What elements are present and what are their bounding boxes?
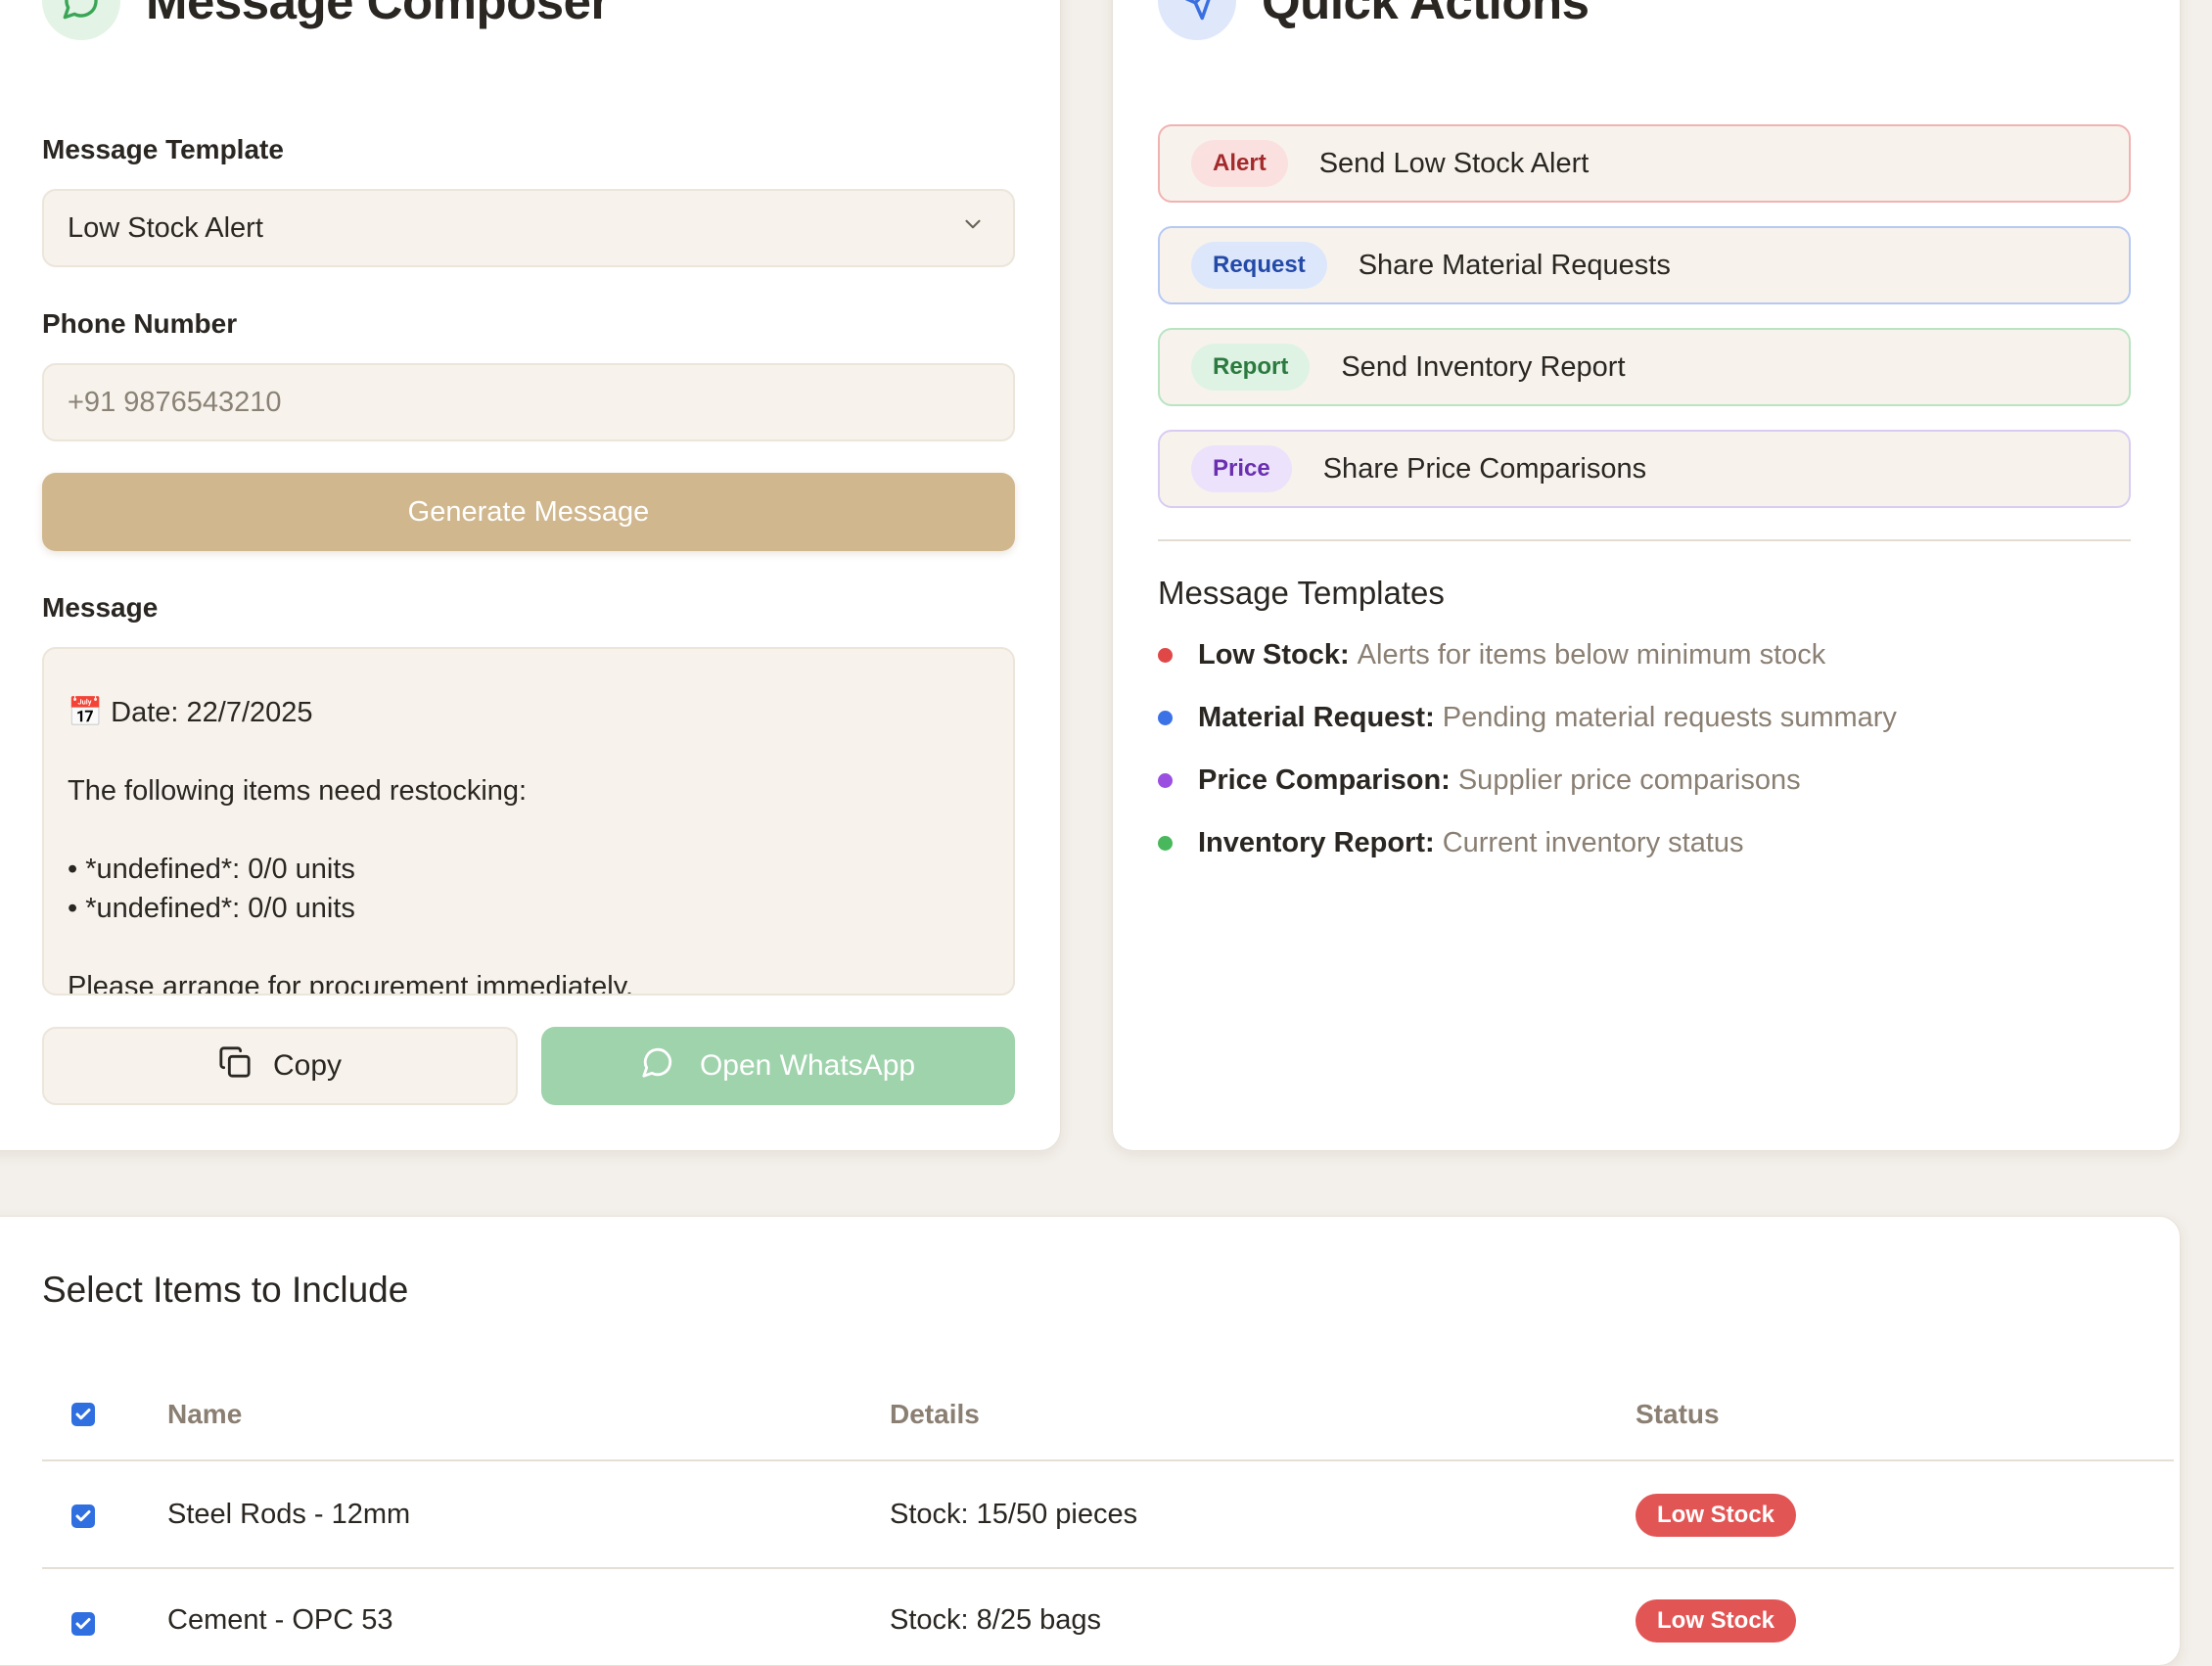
row-details: Stock: 15/50 pieces	[890, 1499, 1138, 1530]
select-all-checkbox[interactable]	[71, 1403, 95, 1426]
copy-icon	[218, 1045, 252, 1087]
quick-actions-header: Quick Actions	[1158, 0, 1590, 40]
message-line: • *undefined*: 0/0 units	[68, 893, 355, 924]
message-label: Message	[42, 592, 159, 623]
badge-alert: Alert	[1191, 140, 1288, 187]
row-name: Steel Rods - 12mm	[167, 1499, 411, 1530]
template-item-price-comparison: Price Comparison: Supplier price compari…	[1158, 764, 1801, 797]
message-textarea[interactable]: — — — — 📅 Date: 22/7/2025 The following …	[42, 647, 1015, 995]
row-details: Stock: 8/25 bags	[890, 1604, 1102, 1636]
quick-action-label: Share Material Requests	[1358, 249, 1671, 281]
purple-dot-icon	[1158, 773, 1173, 788]
quick-action-price-comparisons[interactable]: Price Share Price Comparisons	[1158, 430, 2131, 508]
template-key: Low Stock:	[1198, 639, 1350, 671]
badge-request: Request	[1191, 242, 1327, 289]
blue-dot-icon	[1158, 711, 1173, 725]
quick-actions-card: Quick Actions Alert Send Low Stock Alert…	[1112, 0, 2181, 1151]
message-line: 📅 Date: 22/7/2025	[68, 697, 313, 728]
chat-bubble-icon	[42, 0, 120, 40]
status-badge: Low Stock	[1636, 1494, 1797, 1537]
row-divider	[42, 1567, 2174, 1569]
badge-price: Price	[1191, 445, 1292, 492]
badge-report: Report	[1191, 344, 1311, 391]
template-item-material-request: Material Request: Pending material reque…	[1158, 702, 1897, 734]
row-checkbox[interactable]	[71, 1504, 95, 1528]
column-header-status[interactable]: Status	[1636, 1399, 1720, 1430]
message-line: The following items need restocking:	[68, 775, 528, 807]
phone-input[interactable]: +91 9876543210	[42, 363, 1015, 441]
template-key: Material Request:	[1198, 702, 1435, 733]
phone-label: Phone Number	[42, 308, 238, 339]
status-badge: Low Stock	[1636, 1599, 1797, 1643]
template-select[interactable]: Low Stock Alert	[42, 189, 1015, 267]
composer-header: Message Composer	[42, 0, 610, 40]
select-items-card: Select Items to Include Name Details Sta…	[0, 1216, 2181, 1666]
chat-bubble-icon	[641, 1045, 674, 1087]
quick-action-label: Share Price Comparisons	[1322, 452, 1647, 485]
quick-actions-title: Quick Actions	[1262, 0, 1590, 29]
template-desc: Pending material requests summary	[1442, 702, 1897, 733]
template-key: Price Comparison:	[1198, 764, 1451, 796]
column-header-details[interactable]: Details	[890, 1399, 980, 1430]
template-selected-value: Low Stock Alert	[68, 211, 263, 244]
column-header-name[interactable]: Name	[167, 1399, 242, 1430]
quick-action-low-stock-alert[interactable]: Alert Send Low Stock Alert	[1158, 124, 2131, 203]
message-scrolled-line: — — — —	[68, 649, 205, 661]
message-templates-title: Message Templates	[1158, 575, 1445, 611]
open-whatsapp-button[interactable]: Open WhatsApp	[541, 1027, 1015, 1105]
message-composer-card: Message Composer Message Template Low St…	[0, 0, 1061, 1151]
quick-action-label: Send Inventory Report	[1341, 350, 1626, 383]
message-line: Please arrange for procurement immediate…	[68, 971, 634, 995]
quick-action-material-requests[interactable]: Request Share Material Requests	[1158, 226, 2131, 304]
template-label: Message Template	[42, 134, 284, 164]
send-icon	[1158, 0, 1236, 40]
chevron-down-icon	[960, 211, 986, 245]
red-dot-icon	[1158, 648, 1173, 663]
composer-title: Message Composer	[146, 0, 610, 29]
row-name: Cement - OPC 53	[167, 1604, 393, 1636]
template-key: Inventory Report:	[1198, 827, 1435, 858]
divider	[1158, 539, 2131, 541]
template-desc: Alerts for items below minimum stock	[1357, 639, 1826, 671]
table-header-divider	[42, 1459, 2174, 1461]
green-dot-icon	[1158, 836, 1173, 851]
quick-action-label: Send Low Stock Alert	[1318, 147, 1590, 179]
copy-button[interactable]: Copy	[42, 1027, 518, 1105]
template-desc: Supplier price comparisons	[1457, 764, 1801, 796]
template-item-inventory-report: Inventory Report: Current inventory stat…	[1158, 827, 1744, 859]
message-line: • *undefined*: 0/0 units	[68, 854, 355, 885]
open-whatsapp-label: Open WhatsApp	[699, 1049, 916, 1082]
row-checkbox[interactable]	[71, 1612, 95, 1636]
template-item-low-stock: Low Stock: Alerts for items below minimu…	[1158, 639, 1825, 671]
template-desc: Current inventory status	[1442, 827, 1744, 858]
select-items-title: Select Items to Include	[42, 1270, 409, 1310]
phone-placeholder: +91 9876543210	[68, 386, 282, 418]
copy-button-label: Copy	[272, 1049, 343, 1082]
generate-message-button[interactable]: Generate Message	[42, 473, 1015, 551]
quick-action-inventory-report[interactable]: Report Send Inventory Report	[1158, 328, 2131, 406]
